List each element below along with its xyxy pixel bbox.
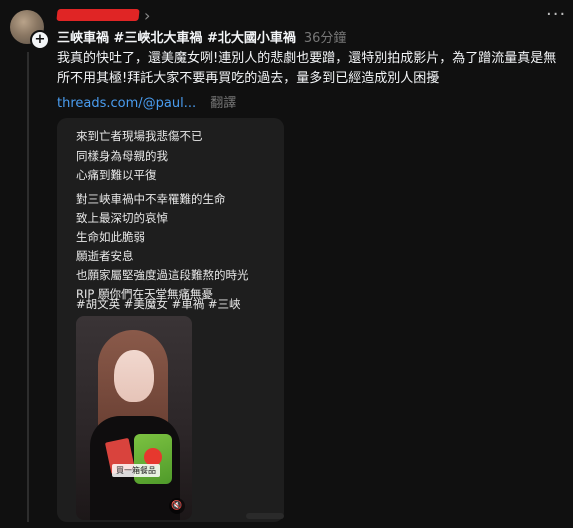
plus-icon[interactable]: +: [30, 30, 50, 50]
card-line: 也願家屬堅強度過這段難熬的時光: [76, 268, 249, 282]
username-redaction: [56, 9, 140, 21]
post-title[interactable]: 三峽車禍 #三峽北大車禍 #北大國小車禍: [57, 27, 296, 46]
thread-line: [27, 52, 29, 522]
post-time: 36分鐘: [303, 30, 347, 46]
scroll-handle[interactable]: [246, 513, 284, 519]
translate-button[interactable]: 翻譯: [210, 96, 236, 111]
photo-caption: 買一箱餐品: [112, 464, 160, 477]
post-header: 三峽車禍 #三峽北大車禍 #北大國小車禍 36分鐘: [57, 26, 346, 46]
card-line: 心痛到難以平復: [76, 168, 157, 182]
card-line: 對三峽車禍中不幸罹難的生命: [76, 192, 226, 206]
link-row: threads.com/@paul... 翻譯: [57, 92, 236, 111]
card-line: #胡文英 #美魔女 #車禍 #三峽: [76, 297, 241, 311]
post-body: 我真的快吐了，還美魔女咧!連別人的悲劇也要蹭，還特別拍成影片，為了蹭流量真是無所…: [57, 51, 557, 86]
card-line: 同樣身為母親的我: [76, 149, 168, 163]
mute-icon[interactable]: 🔇: [169, 498, 185, 514]
card-line: 來到亡者現場我悲傷不已: [76, 129, 203, 143]
threads-post: + › ··· 三峽車禍 #三峽北大車禍 #北大國小車禍 36分鐘 我真的快吐了…: [0, 0, 573, 528]
embedded-post-card[interactable]: 來到亡者現場我悲傷不已 同樣身為母親的我 心痛到難以平復 對三峽車禍中不幸罹難的…: [57, 118, 284, 522]
card-line: 致上最深切的哀悼: [76, 211, 168, 225]
face-shape: [114, 350, 154, 402]
video-thumbnail[interactable]: 買一箱餐品 🔇: [76, 316, 192, 520]
card-line: 願逝者安息: [76, 249, 134, 263]
chevron-right-icon[interactable]: ›: [144, 6, 150, 25]
more-icon[interactable]: ···: [546, 4, 566, 25]
post-link[interactable]: threads.com/@paul...: [57, 96, 196, 111]
card-line: 生命如此脆弱: [76, 230, 145, 244]
